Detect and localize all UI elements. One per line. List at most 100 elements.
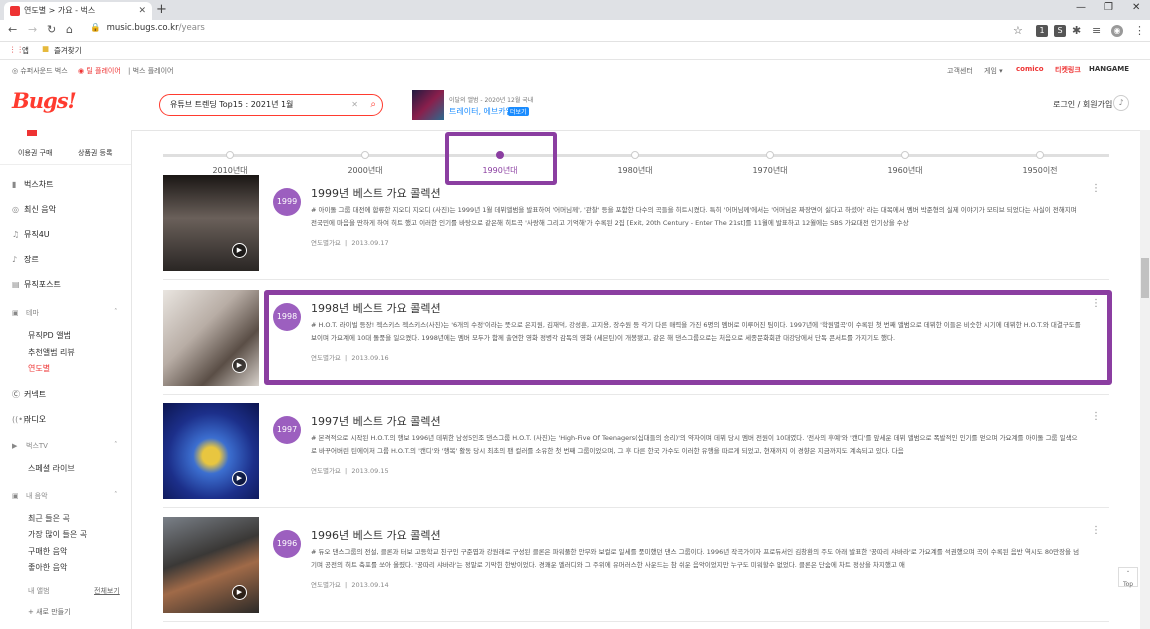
- extension-icon[interactable]: 1: [1036, 25, 1048, 37]
- timeline-dot-1980s[interactable]: [631, 151, 639, 159]
- timeline-dot-2010s[interactable]: [226, 151, 234, 159]
- sidebar-sub-liked[interactable]: 좋아한 음악: [28, 562, 67, 573]
- card-highlight-box: [264, 290, 1112, 385]
- url-path: /years: [178, 23, 205, 33]
- new-tab-icon[interactable]: +: [156, 2, 167, 17]
- browser-tab-strip: [0, 0, 1150, 20]
- promo-more-badge[interactable]: 더보기: [508, 107, 529, 116]
- browser-tab[interactable]: 연도별 > 가요 - 벅스 ✕: [4, 2, 152, 20]
- card-title[interactable]: 1996년 베스트 가요 콜렉션: [311, 527, 441, 543]
- search-icon[interactable]: ⌕: [370, 95, 376, 114]
- bugs-logo[interactable]: Bugs!: [12, 88, 77, 113]
- address-bar[interactable]: 🔒 music.bugs.co.kr/years: [90, 23, 205, 33]
- login-link[interactable]: 로그인 / 회원가입: [1053, 99, 1112, 110]
- card-title[interactable]: 1997년 베스트 가요 콜렉션: [311, 413, 441, 429]
- album-cover-1997[interactable]: ▶: [163, 403, 259, 499]
- sidebar-sub-purchased[interactable]: 구매한 음악: [28, 546, 67, 557]
- extension-s-icon[interactable]: S: [1054, 25, 1066, 37]
- mymusic-icon: ▣: [12, 492, 19, 500]
- sidebar-sub-recent[interactable]: 최근 들은 곡: [28, 513, 70, 524]
- sidebar-sub-most-played[interactable]: 가장 많이 들은 곡: [28, 529, 87, 540]
- customer-center-link[interactable]: 고객센터: [947, 66, 973, 76]
- new-playlist-button[interactable]: + 새로 만들기: [28, 607, 71, 617]
- sidebar-sub-review[interactable]: 추천앨범 리뷰: [28, 347, 75, 358]
- minimize-icon[interactable]: —: [1076, 2, 1086, 13]
- bookmark-favorites[interactable]: 즐겨찾기: [54, 45, 82, 56]
- sidebar-sub-years[interactable]: 연도별: [28, 363, 50, 374]
- timeline-dot-1950s[interactable]: [1036, 151, 1044, 159]
- top-button[interactable]: ˆ Top: [1118, 567, 1138, 588]
- bell-icon[interactable]: ♪: [1113, 95, 1129, 111]
- folder-icon: ■: [42, 44, 50, 53]
- home-icon[interactable]: ⌂: [66, 23, 73, 36]
- bugs-favicon-icon: [10, 6, 20, 16]
- ticketlink-link[interactable]: 티켓링크: [1055, 65, 1081, 75]
- play-icon[interactable]: ▶: [232, 471, 247, 486]
- comico-link[interactable]: comico: [1016, 65, 1044, 73]
- sidebar: 이용권 구매 상품권 등록 ▮ 벅스차트 ◎ 최신 음악 ♫ 뮤직4U ♪ 장르 ▤ 뮤직…: [0, 130, 132, 629]
- search-input[interactable]: 유튜브 트렌딩 Top15 : 2021년 1월 ✕ ⌕: [159, 94, 383, 116]
- bugs-player-link[interactable]: | 벅스 플레이어: [128, 66, 173, 76]
- sidebar-item-radio[interactable]: ((•))라디오: [12, 414, 46, 425]
- sidebar-item-musicpost[interactable]: ▤ 뮤직포스트: [12, 279, 61, 290]
- chevron-up-icon: ˆ: [114, 491, 118, 499]
- chevron-up-icon: ˆ: [114, 308, 118, 316]
- restore-icon[interactable]: ❐: [1104, 2, 1113, 13]
- scrollbar[interactable]: [1140, 130, 1150, 629]
- reload-icon[interactable]: ↻: [47, 23, 56, 36]
- supersound-link[interactable]: ◎ 슈퍼사운드 벅스: [12, 66, 68, 76]
- mymusic-section-header[interactable]: ▣ 내 음악 ˆ: [12, 491, 118, 501]
- back-icon[interactable]: ←: [8, 23, 17, 36]
- card-title[interactable]: 1999년 베스트 가요 콜렉션: [311, 185, 441, 201]
- sidebar-item-chart[interactable]: ▮ 벅스차트: [12, 179, 53, 190]
- sidebar-item-connect[interactable]: Ⓒ 커넥트: [12, 389, 46, 400]
- close-window-icon[interactable]: ✕: [1132, 2, 1140, 13]
- promo-album-cover[interactable]: [412, 90, 444, 120]
- timeline-dot-2000s[interactable]: [361, 151, 369, 159]
- clear-icon[interactable]: ✕: [351, 95, 358, 114]
- puzzle-icon[interactable]: ✱: [1072, 24, 1081, 37]
- card-description: # 본격적으로 시작된 H.O.T.의 행보 1996년 데뷔한 남성5인조 댄…: [311, 434, 1078, 455]
- album-cover-1999[interactable]: ▶: [163, 175, 259, 271]
- bookmark-star-icon[interactable]: ☆: [1013, 24, 1023, 37]
- register-coupon-link[interactable]: 상품권 등록: [78, 148, 112, 158]
- collection-card-1996: ▶ 1996 1996년 베스트 가요 콜렉션 # 듀오 댄스그룹의 전설, 클…: [163, 517, 1109, 622]
- year-badge: 1999: [273, 188, 301, 216]
- forward-icon[interactable]: →: [28, 23, 37, 36]
- header-divider: [132, 130, 1140, 131]
- playlist-icon[interactable]: ≡: [1092, 24, 1101, 37]
- play-icon[interactable]: ▶: [232, 585, 247, 600]
- card-description: # 듀오 댄스그룹의 전설, 클론과 터보 고등학교 친구인 구준엽과 강원래로…: [311, 548, 1080, 569]
- bugstv-section-header[interactable]: ▶ 벅스TV ˆ: [12, 441, 118, 451]
- more-options-icon[interactable]: ⋮: [1091, 525, 1101, 536]
- card-meta: 연도별가요 | 2013.09.14: [311, 581, 389, 589]
- play-icon[interactable]: ▶: [232, 358, 247, 373]
- timeline-dot-1970s[interactable]: [766, 151, 774, 159]
- play-icon[interactable]: ▶: [232, 243, 247, 258]
- sidebar-item-latest[interactable]: ◎ 최신 음악: [12, 204, 56, 215]
- sidebar-sub-pd-album[interactable]: 뮤직PD 앨범: [28, 330, 71, 341]
- more-options-icon[interactable]: ⋮: [1091, 183, 1101, 194]
- collection-card-1997: ▶ 1997 1997년 베스트 가요 콜렉션 # 본격적으로 시작된 H.O.…: [163, 403, 1109, 508]
- scrollbar-thumb[interactable]: [1141, 258, 1149, 298]
- more-options-icon[interactable]: ⋮: [1091, 411, 1101, 422]
- year-badge: 1996: [273, 530, 301, 558]
- til-player-link[interactable]: ◉ 틸 플레이어: [78, 66, 121, 76]
- hangame-link[interactable]: HANGAME: [1089, 65, 1129, 73]
- game-link[interactable]: 게임 ▾: [984, 66, 1003, 76]
- view-all-link[interactable]: 전체보기: [94, 586, 120, 596]
- profile-icon[interactable]: ◉: [1111, 25, 1123, 37]
- album-cover-1998[interactable]: ▶: [163, 290, 259, 386]
- album-cover-1996[interactable]: ▶: [163, 517, 259, 613]
- timeline-dot-1960s[interactable]: [901, 151, 909, 159]
- buy-pass-link[interactable]: 이용권 구매: [18, 148, 52, 158]
- sidebar-item-music4u[interactable]: ♫ 뮤직4U: [12, 229, 50, 240]
- close-tab-icon[interactable]: ✕: [138, 2, 146, 20]
- sidebar-sub-special-live[interactable]: 스페셜 라이브: [28, 463, 75, 474]
- bookmark-apps[interactable]: 앱: [22, 45, 29, 56]
- tab-title: 연도별 > 가요 - 벅스: [24, 6, 96, 15]
- sidebar-item-genre[interactable]: ♪ 장르: [12, 254, 39, 265]
- tv-icon: ▶: [12, 442, 18, 450]
- theme-section-header[interactable]: ▣ 테마 ˆ: [12, 308, 118, 318]
- menu-icon[interactable]: ⋮: [1134, 24, 1145, 37]
